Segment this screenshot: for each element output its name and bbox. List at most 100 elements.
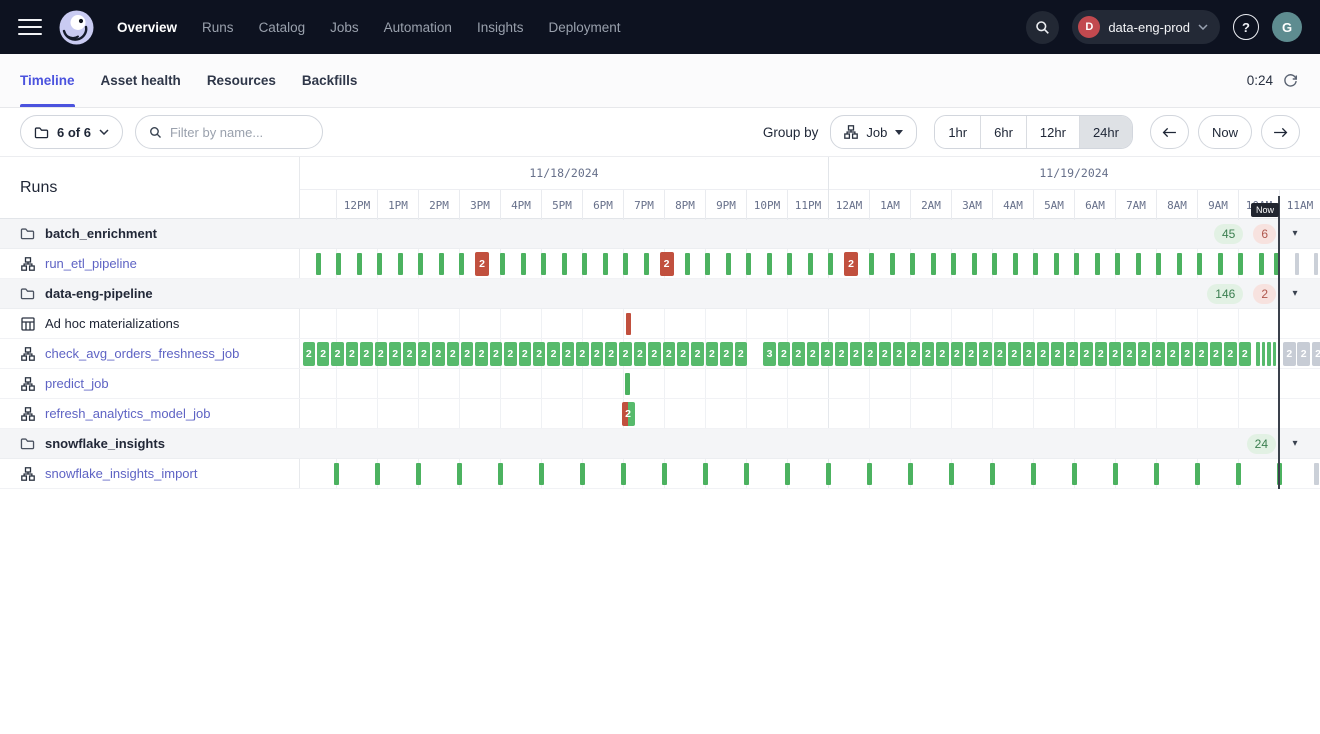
run-bar-check-avg-orders-freshness-job[interactable]: 2 xyxy=(792,342,805,366)
run-bar-run-etl-pipeline[interactable] xyxy=(1136,253,1141,275)
run-bar-check-avg-orders-freshness-job[interactable]: 2 xyxy=(1008,342,1021,366)
job-name[interactable]: refresh_analytics_model_job xyxy=(45,406,210,421)
timeline-forward-button[interactable] xyxy=(1261,115,1300,149)
run-bar-run-etl-pipeline[interactable] xyxy=(931,253,936,275)
run-bar-run-etl-pipeline[interactable] xyxy=(787,253,792,275)
run-bar-snowflake-insights-import[interactable] xyxy=(703,463,708,485)
run-bar-check-avg-orders-freshness-job[interactable]: 2 xyxy=(691,342,704,366)
run-bar-check-avg-orders-freshness-job[interactable]: 2 xyxy=(1195,342,1208,366)
run-bar-check-avg-orders-freshness-job[interactable]: 2 xyxy=(1312,342,1320,366)
run-bar-ad-hoc-materializations[interactable] xyxy=(626,313,631,335)
run-bar-run-etl-pipeline[interactable] xyxy=(726,253,731,275)
run-bar-run-etl-pipeline[interactable] xyxy=(1054,253,1059,275)
deployment-selector[interactable]: D data-eng-prod xyxy=(1072,10,1220,44)
run-bar-run-etl-pipeline[interactable] xyxy=(1033,253,1038,275)
run-bar-check-avg-orders-freshness-job[interactable]: 2 xyxy=(547,342,560,366)
run-bar-check-avg-orders-freshness-job[interactable]: 2 xyxy=(864,342,877,366)
run-bar-check-avg-orders-freshness-job[interactable]: 2 xyxy=(979,342,992,366)
run-bar-run-etl-pipeline[interactable] xyxy=(1156,253,1161,275)
nav-item-overview[interactable]: Overview xyxy=(117,20,177,35)
run-bar-check-avg-orders-freshness-job[interactable]: 2 xyxy=(1123,342,1136,366)
filter-input[interactable] xyxy=(170,125,309,140)
run-bar-snowflake-insights-import[interactable] xyxy=(416,463,421,485)
run-bar-check-avg-orders-freshness-job[interactable]: 2 xyxy=(879,342,892,366)
range-24hr[interactable]: 24hr xyxy=(1079,116,1132,148)
run-bar-check-avg-orders-freshness-job[interactable]: 2 xyxy=(317,342,330,366)
run-bar-run-etl-pipeline[interactable] xyxy=(500,253,505,275)
run-bar-check-avg-orders-freshness-job[interactable]: 2 xyxy=(346,342,359,366)
collapse-caret-icon[interactable]: ▾ xyxy=(1288,228,1302,239)
run-bar-snowflake-insights-import[interactable] xyxy=(375,463,380,485)
nav-item-insights[interactable]: Insights xyxy=(477,20,524,35)
run-bar-check-avg-orders-freshness-job[interactable]: 2 xyxy=(1297,342,1310,366)
run-bar-check-avg-orders-freshness-job[interactable]: 2 xyxy=(720,342,733,366)
group-by-select[interactable]: Job xyxy=(830,115,917,149)
run-bar-check-avg-orders-freshness-job[interactable]: 2 xyxy=(1283,342,1296,366)
run-bar-snowflake-insights-import[interactable] xyxy=(826,463,831,485)
tab-backfills[interactable]: Backfills xyxy=(302,54,358,107)
dagster-logo[interactable] xyxy=(58,9,95,46)
run-bar-snowflake-insights-import[interactable] xyxy=(621,463,626,485)
collapse-caret-icon[interactable]: ▾ xyxy=(1288,288,1302,299)
run-bar-run-etl-pipeline[interactable] xyxy=(1218,253,1223,275)
range-12hr[interactable]: 12hr xyxy=(1026,116,1079,148)
run-bar-check-avg-orders-freshness-job[interactable]: 2 xyxy=(1224,342,1237,366)
run-bar-check-avg-orders-freshness-job[interactable]: 2 xyxy=(475,342,488,366)
timeline-back-button[interactable] xyxy=(1150,115,1189,149)
run-bar-run-etl-pipeline[interactable] xyxy=(685,253,690,275)
run-bar-snowflake-insights-import[interactable] xyxy=(949,463,954,485)
run-bar-snowflake-insights-import[interactable] xyxy=(785,463,790,485)
run-bar-check-avg-orders-freshness-job[interactable]: 2 xyxy=(936,342,949,366)
run-bar-snowflake-insights-import[interactable] xyxy=(908,463,913,485)
job-name[interactable]: predict_job xyxy=(45,376,109,391)
nav-item-catalog[interactable]: Catalog xyxy=(259,20,306,35)
run-bar-check-avg-orders-freshness-job[interactable]: 2 xyxy=(648,342,661,366)
run-bar-run-etl-pipeline[interactable] xyxy=(1074,253,1079,275)
run-bar-check-avg-orders-freshness-job[interactable]: 2 xyxy=(807,342,820,366)
run-bar-check-avg-orders-freshness-job[interactable]: 2 xyxy=(634,342,647,366)
tab-asset-health[interactable]: Asset health xyxy=(101,54,181,107)
run-bar-check-avg-orders-freshness-job[interactable] xyxy=(1273,342,1277,366)
run-bar-snowflake-insights-import[interactable] xyxy=(1113,463,1118,485)
run-bar-run-etl-pipeline[interactable] xyxy=(623,253,628,275)
run-bar-check-avg-orders-freshness-job[interactable]: 2 xyxy=(1109,342,1122,366)
run-bar-run-etl-pipeline[interactable] xyxy=(910,253,915,275)
run-bar-run-etl-pipeline[interactable] xyxy=(1013,253,1018,275)
run-bar-check-avg-orders-freshness-job[interactable]: 2 xyxy=(1239,342,1252,366)
run-bar-snowflake-insights-import[interactable] xyxy=(1236,463,1241,485)
run-bar-check-avg-orders-freshness-job[interactable]: 2 xyxy=(1152,342,1165,366)
run-bar-snowflake-insights-import[interactable] xyxy=(539,463,544,485)
job-name[interactable]: snowflake_insights_import xyxy=(45,466,197,481)
run-bar-check-avg-orders-freshness-job[interactable]: 2 xyxy=(1138,342,1151,366)
search-button[interactable] xyxy=(1026,11,1059,44)
run-bar-check-avg-orders-freshness-job[interactable]: 2 xyxy=(533,342,546,366)
run-bar-check-avg-orders-freshness-job[interactable]: 2 xyxy=(951,342,964,366)
collapse-caret-icon[interactable]: ▾ xyxy=(1288,438,1302,449)
run-bar-snowflake-insights-import[interactable] xyxy=(867,463,872,485)
run-bar-check-avg-orders-freshness-job[interactable]: 2 xyxy=(994,342,1007,366)
run-bar-check-avg-orders-freshness-job[interactable]: 2 xyxy=(619,342,632,366)
run-bar-check-avg-orders-freshness-job[interactable]: 2 xyxy=(1080,342,1093,366)
run-bar-snowflake-insights-import[interactable] xyxy=(498,463,503,485)
now-button[interactable]: Now xyxy=(1198,115,1252,149)
run-bar-run-etl-pipeline[interactable] xyxy=(869,253,874,275)
run-bar-check-avg-orders-freshness-job[interactable] xyxy=(1256,342,1260,366)
run-bar-check-avg-orders-freshness-job[interactable]: 2 xyxy=(850,342,863,366)
run-bar-snowflake-insights-import[interactable] xyxy=(662,463,667,485)
run-bar-check-avg-orders-freshness-job[interactable]: 2 xyxy=(735,342,748,366)
run-bar-run-etl-pipeline[interactable] xyxy=(767,253,772,275)
run-bar-run-etl-pipeline[interactable] xyxy=(972,253,977,275)
range-6hr[interactable]: 6hr xyxy=(980,116,1026,148)
run-bar-check-avg-orders-freshness-job[interactable]: 2 xyxy=(821,342,834,366)
run-bar-run-etl-pipeline[interactable] xyxy=(1177,253,1182,275)
run-bar-snowflake-insights-import[interactable] xyxy=(580,463,585,485)
run-bar-snowflake-insights-import[interactable] xyxy=(457,463,462,485)
run-bar-run-etl-pipeline[interactable] xyxy=(1115,253,1120,275)
run-bar-check-avg-orders-freshness-job[interactable]: 2 xyxy=(1181,342,1194,366)
menu-button[interactable] xyxy=(18,17,42,38)
run-bar-check-avg-orders-freshness-job[interactable]: 2 xyxy=(1210,342,1223,366)
run-bar-run-etl-pipeline[interactable] xyxy=(459,253,464,275)
run-bar-check-avg-orders-freshness-job[interactable]: 2 xyxy=(1051,342,1064,366)
run-bar-snowflake-insights-import[interactable] xyxy=(1072,463,1077,485)
run-bar-run-etl-pipeline[interactable]: 2 xyxy=(844,252,858,276)
